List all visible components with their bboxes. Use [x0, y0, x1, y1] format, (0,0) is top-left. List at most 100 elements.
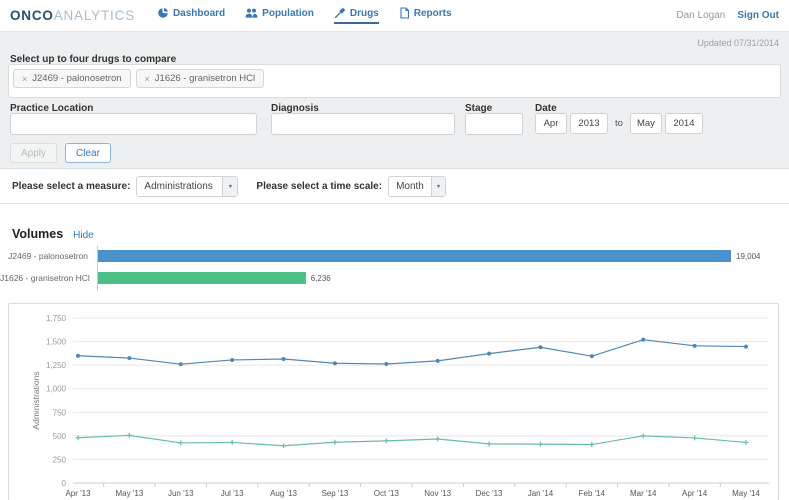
data-point: [333, 361, 337, 365]
y-tick-label: 750: [53, 408, 67, 417]
data-point: [281, 443, 286, 448]
date-range-controls: Apr 2013 to May 2014: [535, 113, 703, 134]
x-tick-label: Aug '13: [270, 489, 297, 498]
diagnosis-input[interactable]: [271, 113, 455, 135]
measure-select-value: Administrations: [137, 177, 219, 196]
x-tick-label: Apr '13: [65, 489, 91, 498]
bar-value: 19,004: [736, 252, 760, 261]
last-updated-text: Updated 07/31/2014: [697, 38, 779, 48]
drug-tag[interactable]: × J2469 - palonosetron: [13, 69, 131, 88]
sign-out-link[interactable]: Sign Out: [737, 10, 779, 21]
hide-link[interactable]: Hide: [73, 230, 94, 241]
nav-tab-dashboard[interactable]: Dashboard: [157, 7, 225, 24]
data-point: [589, 442, 594, 447]
nav-tab-label: Drugs: [350, 8, 379, 19]
data-point: [76, 354, 80, 358]
date-to-text: to: [611, 118, 627, 129]
y-tick-label: 1,750: [46, 314, 67, 323]
x-tick-label: May '14: [732, 489, 760, 498]
date-to-month-select[interactable]: May: [630, 113, 662, 134]
bar-label: J2469 - palonosetron: [0, 251, 88, 261]
data-point: [487, 352, 491, 356]
data-point: [641, 433, 646, 438]
user-area: Dan Logan Sign Out: [676, 10, 779, 21]
y-tick-label: 0: [62, 479, 67, 488]
line-chart-svg: 02505007501,0001,2501,5001,750Apr '13May…: [9, 304, 778, 500]
data-point: [744, 440, 749, 445]
remove-tag-icon[interactable]: ×: [22, 74, 27, 84]
data-point: [178, 440, 183, 445]
volume-bar: [98, 250, 731, 262]
apply-button[interactable]: Apply: [10, 143, 57, 163]
x-tick-label: Jan '14: [528, 489, 554, 498]
practice-location-input[interactable]: [10, 113, 257, 135]
series-line: [78, 340, 746, 365]
logo-secondary: ANALYTICS: [54, 8, 135, 23]
x-tick-label: Mar '14: [630, 489, 657, 498]
data-point: [127, 433, 132, 438]
line-chart-container: 02505007501,0001,2501,5001,750Apr '13May…: [8, 303, 779, 500]
user-name: Dan Logan: [676, 10, 725, 21]
chevron-down-icon[interactable]: ▾: [222, 177, 237, 196]
data-point: [179, 362, 183, 366]
date-to-year-input[interactable]: 2014: [665, 113, 703, 134]
top-navigation-bar: ONCOANALYTICS Dashboard Population Drugs: [0, 0, 789, 32]
x-tick-label: Apr '14: [682, 489, 708, 498]
y-tick-label: 250: [53, 455, 67, 464]
data-point: [590, 354, 594, 358]
series-line: [78, 435, 746, 445]
data-point: [538, 345, 542, 349]
data-point: [435, 436, 440, 441]
drug-tag-label: J1626 - granisetron HCl: [155, 73, 255, 84]
logo-primary: ONCO: [10, 8, 54, 23]
nav-tab-drugs[interactable]: Drugs: [334, 7, 379, 24]
x-tick-label: Jun '13: [168, 489, 194, 498]
drugs-icon: [334, 7, 346, 19]
date-from-month-select[interactable]: Apr: [535, 113, 567, 134]
data-point: [384, 438, 389, 443]
data-point: [230, 440, 235, 445]
drug-tags-input[interactable]: × J2469 - palonosetron × J1626 - granise…: [8, 64, 781, 98]
nav-tab-reports[interactable]: Reports: [399, 7, 452, 24]
data-point: [282, 357, 286, 361]
x-tick-label: Feb '14: [579, 489, 606, 498]
nav-tab-label: Population: [262, 8, 314, 19]
date-from-year-input[interactable]: 2013: [570, 113, 608, 134]
data-point: [641, 338, 645, 342]
results-panel: Please select a measure: Administrations…: [0, 168, 789, 500]
volumes-header: Volumes Hide: [12, 227, 94, 241]
y-tick-label: 1,500: [46, 338, 67, 347]
time-scale-select[interactable]: Month ▾: [388, 176, 446, 197]
volume-bar: [98, 272, 306, 284]
remove-tag-icon[interactable]: ×: [145, 74, 150, 84]
drug-tag[interactable]: × J1626 - granisetron HCl: [136, 69, 265, 88]
main-nav: Dashboard Population Drugs Reports: [157, 7, 472, 24]
filters-panel: Updated 07/31/2014 Select up to four dru…: [0, 32, 789, 168]
x-tick-label: Nov '13: [424, 489, 451, 498]
y-tick-label: 1,000: [46, 385, 67, 394]
data-point: [332, 440, 337, 445]
x-tick-label: Dec '13: [476, 489, 503, 498]
drug-tag-label: J2469 - palonosetron: [32, 73, 121, 84]
bar-label: J1626 - granisetron HCl: [0, 273, 88, 283]
data-point: [384, 362, 388, 366]
stage-input[interactable]: [465, 113, 523, 135]
bar-row-granisetron: J1626 - granisetron HCl 6,236: [0, 272, 331, 284]
measure-select-label: Please select a measure:: [12, 181, 130, 192]
time-scale-select-label: Please select a time scale:: [256, 181, 382, 192]
nav-tab-population[interactable]: Population: [245, 7, 314, 24]
y-tick-label: 500: [53, 432, 67, 441]
time-scale-select-value: Month: [389, 177, 431, 196]
data-point: [538, 442, 543, 447]
data-point: [127, 356, 131, 360]
population-icon: [245, 7, 258, 19]
measure-select[interactable]: Administrations ▾: [136, 176, 238, 197]
chevron-down-icon[interactable]: ▾: [431, 177, 445, 196]
x-tick-label: May '13: [116, 489, 144, 498]
clear-button[interactable]: Clear: [65, 143, 111, 163]
dashboard-icon: [157, 7, 169, 19]
nav-tab-label: Dashboard: [173, 8, 225, 19]
measure-controls-row: Please select a measure: Administrations…: [0, 169, 789, 204]
data-point: [230, 358, 234, 362]
x-tick-label: Sep '13: [321, 489, 348, 498]
